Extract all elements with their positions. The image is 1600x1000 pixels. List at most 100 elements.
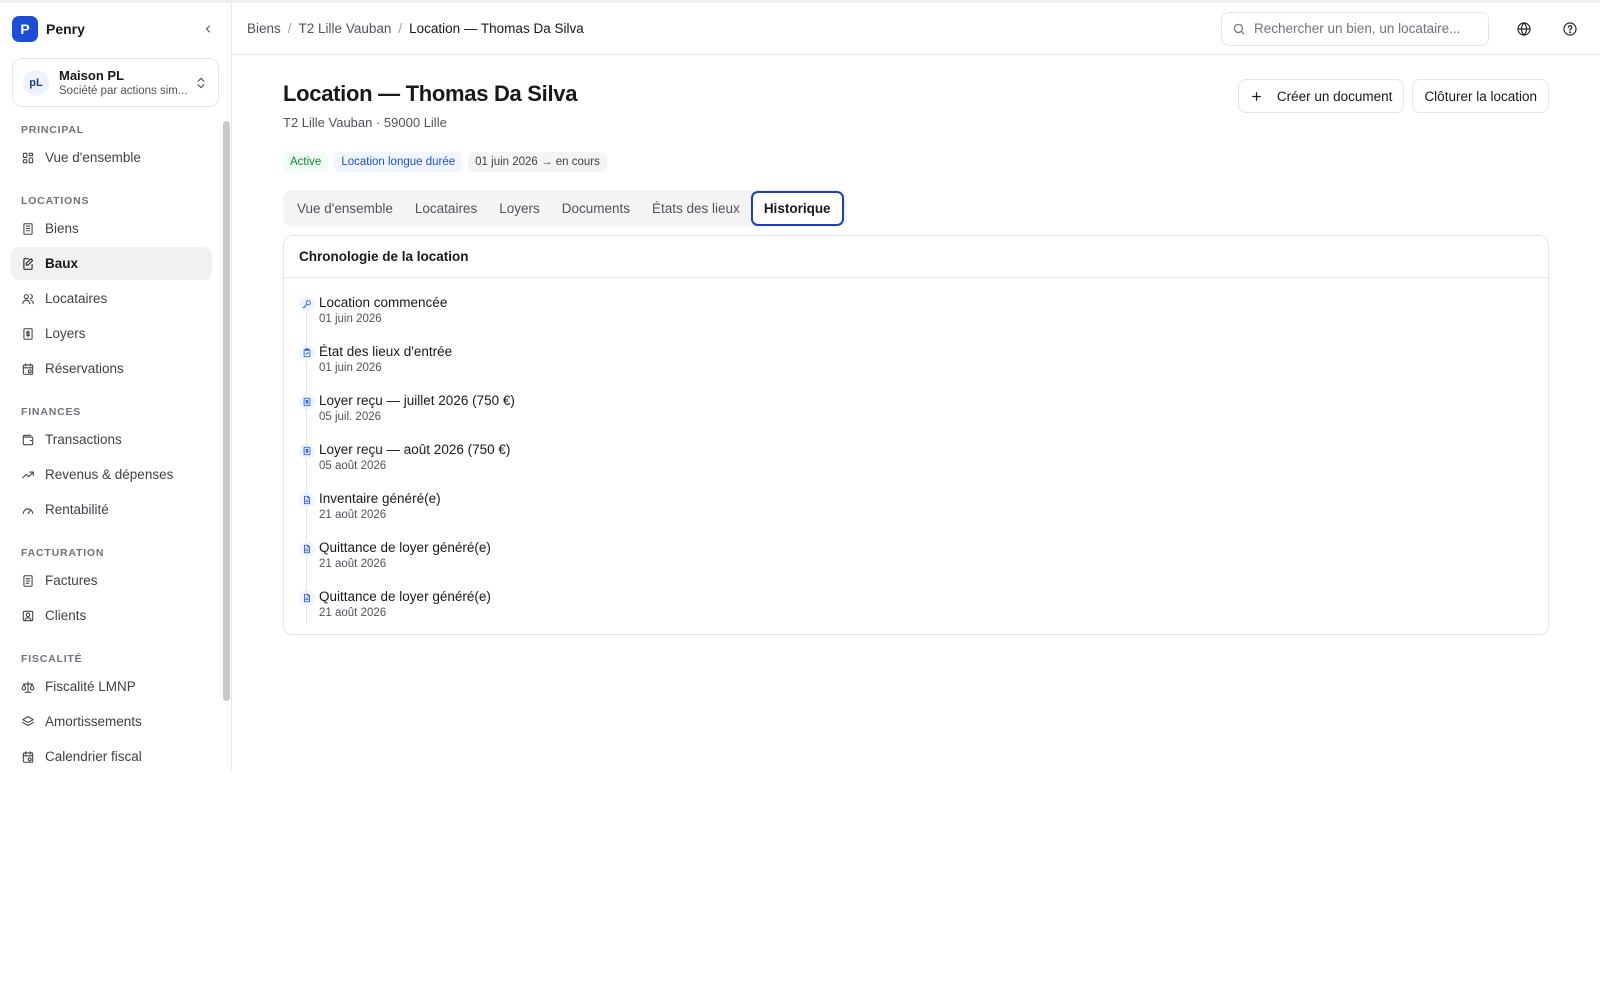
main-area: Biens / T2 Lille Vauban / Location — Tho…	[232, 3, 1600, 770]
language-button[interactable]	[1515, 20, 1533, 38]
help-circle-icon	[1563, 21, 1577, 36]
nav-section-locations: LOCATIONS	[21, 195, 90, 207]
timeline-title: Chronologie de la location	[284, 236, 1548, 278]
sidebar-item-baux[interactable]: Baux	[11, 247, 212, 280]
timeline-event-date: 01 juin 2026	[319, 362, 382, 374]
page-content: Location — Thomas Da Silva T2 Lille Vaub…	[283, 55, 1549, 635]
invoice-icon	[23, 574, 33, 587]
timeline-event: Loyer reçu — août 2026 (750 €) 05 août 20…	[299, 441, 1548, 490]
timeline-event-title: Loyer reçu — août 2026 (750 €)	[319, 442, 511, 457]
lease-type-badge: Location longue durée	[334, 152, 463, 172]
create-document-label: Créer un document	[1276, 88, 1393, 104]
timeline-event-title: Quittance de loyer généré(e)	[319, 589, 491, 604]
close-lease-label: Clôturer la location	[1424, 88, 1537, 104]
tab-tenants[interactable]: Locataires	[404, 193, 488, 224]
timeline-event-title: État des lieux d'entrée	[319, 344, 453, 359]
sidebar-item-amortissements[interactable]: Amortissements	[11, 705, 212, 738]
organization-switcher[interactable]: pL Maison PL Société par actions sim...	[12, 58, 219, 107]
sidebar-item-revenus-depenses[interactable]: Revenus & dépenses	[11, 458, 212, 491]
sidebar-item-reservations[interactable]: Réservations	[11, 352, 212, 385]
timeline-dot	[299, 394, 315, 410]
create-document-button[interactable]: Créer un document	[1237, 79, 1405, 113]
sidebar-item-transactions[interactable]: Transactions	[11, 423, 212, 456]
lease-tabs: Vue d'ensemble Locataires Loyers Documen…	[283, 190, 847, 227]
sidebar-item-locataires[interactable]: Locataires	[11, 282, 212, 315]
breadcrumb-separator: /	[398, 21, 403, 36]
tab-documents[interactable]: Documents	[551, 193, 641, 224]
organization-text: Maison PL Société par actions sim...	[59, 68, 194, 97]
calendar-icon	[22, 362, 34, 375]
timeline-dot	[299, 590, 315, 606]
search-input[interactable]	[1254, 21, 1474, 36]
sidebar-item-biens[interactable]: Biens	[11, 212, 212, 245]
sidebar-item-label: Transactions	[45, 432, 122, 447]
organization-avatar: pL	[23, 69, 49, 96]
close-lease-button[interactable]: Clôturer la location	[1412, 79, 1549, 113]
page-header: Location — Thomas Da Silva T2 Lille Vaub…	[283, 55, 1549, 155]
sidebar-item-clients[interactable]: Clients	[11, 599, 212, 632]
timeline-event-title: Location commencée	[319, 295, 448, 310]
tab-rents[interactable]: Loyers	[488, 193, 551, 224]
brand: P Penry	[0, 3, 231, 55]
page-title: Location — Thomas Da Silva	[283, 81, 578, 106]
timeline-event: Loyer reçu — juillet 2026 (750 €) 05 juil…	[299, 392, 1548, 441]
timeline-card: Chronologie de la location Location comm…	[283, 235, 1549, 635]
search-box[interactable]	[1221, 11, 1489, 46]
sidebar-item-fiscalite-lmnp[interactable]: Fiscalité LMNP	[11, 670, 212, 703]
breadcrumb: Biens / T2 Lille Vauban / Location — Tho…	[247, 21, 584, 36]
nav-section-fiscalite: FISCALITÉ	[21, 653, 83, 665]
lease-icon	[23, 257, 34, 270]
tab-history[interactable]: Historique	[750, 191, 844, 226]
timeline-event: État des lieux d'entrée 01 juin 2026	[299, 343, 1548, 392]
nav-section-principal: PRINCIPAL	[21, 124, 85, 136]
sidebar-item-factures[interactable]: Factures	[11, 564, 212, 597]
sidebar-item-vue-d-ensemble[interactable]: Vue d'ensemble	[11, 141, 212, 174]
sidebar-scrollbar[interactable]	[223, 121, 230, 701]
sidebar-item-label: Factures	[45, 573, 98, 588]
sidebar: P Penry pL Maison PL Société par actions…	[0, 3, 232, 770]
lease-period-badge: 01 juin 2026 → en cours	[468, 152, 607, 172]
sidebar-item-label: Baux	[45, 256, 79, 271]
sidebar-item-loyers[interactable]: Loyers	[11, 317, 212, 350]
timeline-event-date: 21 août 2026	[319, 607, 387, 619]
sidebar-item-label: Fiscalité LMNP	[45, 679, 136, 694]
gauge-icon	[22, 507, 34, 514]
brand-logo: P	[12, 16, 38, 42]
chevron-left-icon	[205, 25, 211, 33]
sidebar-item-label: Rentabilité	[45, 502, 109, 517]
app-window: P Penry pL Maison PL Société par actions…	[0, 0, 1600, 770]
brand-name: Penry	[46, 21, 85, 37]
scale-icon	[21, 680, 35, 693]
timeline-event: Quittance de loyer généré(e) 21 août 2026	[299, 539, 1548, 588]
clipboard-icon	[303, 348, 311, 358]
sidebar-item-rentabilite[interactable]: Rentabilité	[11, 493, 212, 526]
document-icon	[304, 593, 310, 603]
calendar-icon	[22, 750, 34, 763]
collapse-sidebar-button[interactable]	[197, 18, 219, 40]
sidebar-item-label: Locataires	[45, 291, 108, 306]
timeline-event-date: 05 août 2026	[319, 460, 387, 472]
plus-icon	[1251, 91, 1261, 101]
timeline-event-date: 05 juil. 2026	[319, 411, 382, 423]
status-badge-active: Active	[283, 152, 329, 172]
sidebar-item-label: Clients	[45, 608, 87, 623]
users-icon	[22, 293, 34, 304]
help-button[interactable]	[1561, 20, 1579, 38]
client-icon	[22, 610, 34, 621]
document-icon	[304, 495, 310, 505]
sidebar-item-label: Calendrier fiscal	[45, 749, 142, 764]
timeline-event-title: Loyer reçu — juillet 2026 (750 €)	[319, 393, 515, 408]
dashboard-icon	[22, 152, 34, 163]
tab-inspections[interactable]: États des lieux	[641, 193, 751, 224]
breadcrumb-item-biens[interactable]: Biens	[247, 21, 281, 36]
timeline-dot	[299, 443, 315, 459]
timeline: Location commencée 01 juin 2026 État des l…	[284, 278, 1548, 637]
breadcrumb-item-property[interactable]: T2 Lille Vauban	[299, 21, 392, 36]
organization-name: Maison PL	[59, 68, 125, 83]
sidebar-item-calendrier-fiscal[interactable]: Calendrier fiscal	[11, 740, 212, 770]
sidebar-item-label: Loyers	[45, 326, 86, 341]
tab-overview[interactable]: Vue d'ensemble	[286, 193, 404, 224]
timeline-event: Quittance de loyer généré(e) 21 août 2026	[299, 588, 1548, 637]
sidebar-item-label: Revenus & dépenses	[45, 467, 174, 482]
breadcrumb-item-current: Location — Thomas Da Silva	[409, 21, 584, 36]
